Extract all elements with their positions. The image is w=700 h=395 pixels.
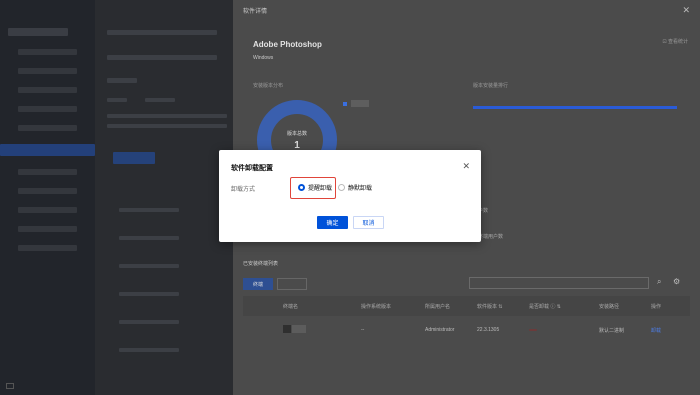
table-row: -- Administrator 22.3.1305 默认二进制 卸载 — [243, 318, 690, 342]
tab-primary[interactable]: 终端 — [243, 278, 273, 290]
stats-link[interactable]: ⊡ 查看统计 — [662, 38, 688, 45]
column-header: 终端名 — [283, 303, 299, 310]
text-placeholder — [145, 98, 175, 102]
chart-legend — [343, 100, 369, 107]
uninstall-link[interactable]: 卸载 — [651, 327, 681, 334]
donut-center: 版本总数 1 — [277, 130, 317, 151]
sidebar-item[interactable] — [18, 188, 77, 194]
menu-icon[interactable] — [6, 383, 14, 389]
uninstall-config-dialog: 软件卸载配置 ✕ 卸载方式 提醒卸载 静默卸载 确定 取消 — [219, 150, 481, 242]
section-title-distribution: 安装版本分布 — [253, 83, 284, 89]
sidebar-item[interactable] — [18, 207, 77, 213]
text-placeholder — [119, 208, 179, 212]
text-placeholder — [119, 292, 179, 296]
version-cell: 22.3.1305 — [477, 327, 500, 333]
legend-swatch — [343, 101, 347, 106]
uninstall-method-label: 卸载方式 — [231, 187, 256, 193]
donut-label: 版本总数 — [286, 131, 307, 137]
text-placeholder — [119, 264, 179, 268]
path-cell: 默认二进制 — [599, 327, 625, 334]
primary-button[interactable] — [113, 152, 155, 164]
radio-remind-uninstall[interactable]: 提醒卸载 — [298, 183, 332, 192]
column-header: 操作 — [651, 303, 662, 310]
user-cell: Administrator — [425, 327, 455, 333]
gear-icon[interactable]: ⚙ — [673, 277, 680, 286]
sidebar — [0, 0, 95, 395]
os-version-cell: -- — [361, 327, 365, 333]
app-os: Windows — [253, 55, 273, 61]
close-icon[interactable]: ✕ — [462, 161, 470, 172]
sidebar-item[interactable] — [18, 87, 77, 93]
radio-unchecked-icon[interactable] — [338, 184, 345, 191]
sidebar-item[interactable] — [18, 226, 77, 232]
column-header[interactable]: 是否卸载 ⓘ ⇅ — [529, 303, 599, 310]
text-placeholder — [107, 124, 227, 128]
text-placeholder — [107, 30, 217, 35]
sidebar-item[interactable] — [18, 169, 77, 175]
text-placeholder — [107, 55, 217, 60]
text-placeholder — [119, 320, 179, 324]
ranking-bar — [473, 106, 677, 109]
text-placeholder — [107, 98, 127, 102]
radio-checked-icon[interactable] — [298, 184, 305, 191]
sidebar-item[interactable] — [18, 125, 77, 131]
drawer-title: 软件详情 — [243, 8, 268, 15]
column-header: 操作系统版本 — [361, 303, 392, 310]
sidebar-item[interactable] — [18, 68, 77, 74]
radio-silent-uninstall[interactable]: 静默卸载 — [338, 183, 372, 192]
os-label: Windows — [253, 55, 274, 61]
sidebar-item[interactable] — [18, 49, 77, 55]
radio-label[interactable]: 静默卸载 — [348, 183, 372, 192]
search-input[interactable] — [469, 277, 649, 289]
section-title-ranking: 版本安装量排行 — [473, 83, 509, 89]
drawer-header: 软件详情 ✕ — [233, 0, 700, 20]
drawer-close-icon[interactable]: ✕ — [682, 5, 690, 16]
text-placeholder — [119, 236, 179, 240]
column-header[interactable]: 软件版本 ⇅ — [477, 303, 529, 310]
table-header: 终端名 操作系统版本 所属用户名 软件版本 ⇅ 是否卸载 ⓘ ⇅ 安装路径 操作 — [243, 296, 690, 316]
dialog-title: 软件卸载配置 — [231, 165, 273, 172]
app-name: Adobe Photoshop — [253, 40, 322, 49]
sidebar-title-placeholder — [8, 28, 68, 36]
search-icon[interactable]: ⌕ — [657, 277, 661, 287]
confirm-button[interactable]: 确定 — [317, 216, 348, 229]
text-placeholder — [107, 78, 137, 83]
sidebar-item[interactable] — [18, 245, 77, 251]
sidebar-top — [0, 0, 95, 18]
tab-secondary[interactable] — [277, 278, 307, 290]
sidebar-item-active[interactable] — [0, 144, 95, 156]
stat-label: 终端用户数 — [478, 234, 504, 240]
table-title: 已安装终端列表 — [243, 261, 279, 267]
text-placeholder — [107, 114, 227, 118]
radio-label[interactable]: 提醒卸载 — [308, 183, 332, 192]
text-placeholder — [119, 348, 179, 352]
status-badge — [529, 329, 537, 331]
legend-label-redacted — [351, 100, 369, 107]
sidebar-item[interactable] — [18, 106, 77, 112]
column-header: 安装路径 — [599, 303, 620, 310]
terminal-name-redacted — [283, 325, 361, 335]
column-header: 所属用户名 — [425, 303, 451, 310]
main-content — [95, 0, 233, 395]
cancel-button[interactable]: 取消 — [353, 216, 384, 229]
